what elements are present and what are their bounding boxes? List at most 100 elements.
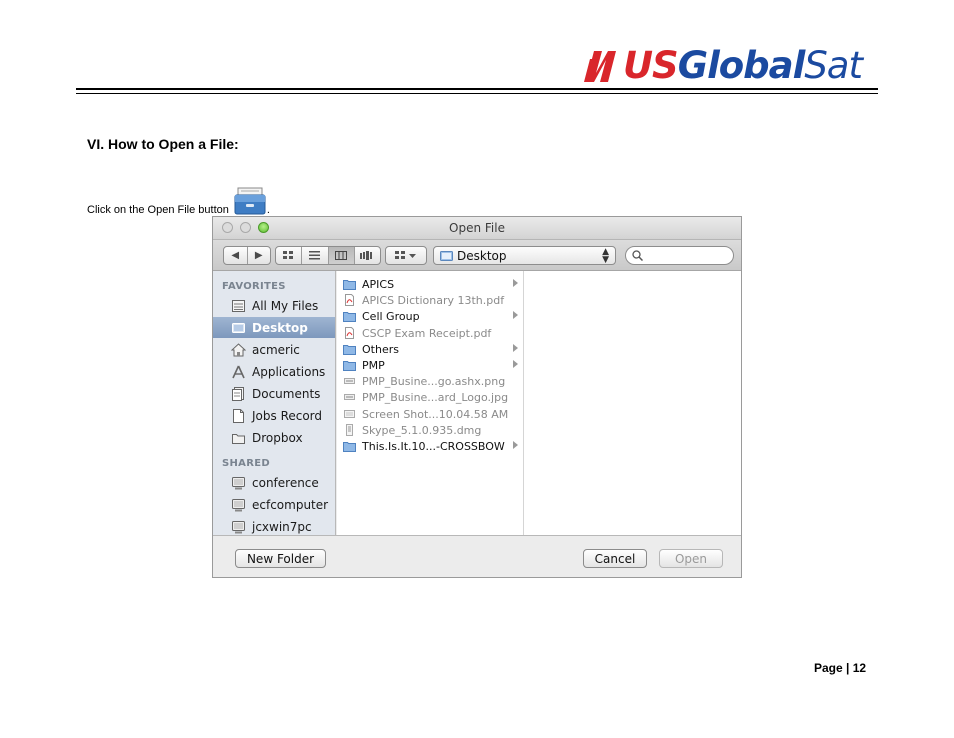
search-field[interactable]: [625, 246, 734, 265]
shared-heading: SHARED: [222, 458, 270, 469]
column-view-button[interactable]: [328, 247, 355, 264]
document-icon: [233, 408, 244, 423]
disclosure-arrow-icon: [513, 441, 518, 449]
folder-icon: [343, 345, 356, 355]
disclosure-arrow-icon: [513, 279, 518, 287]
image-file-icon: [344, 394, 355, 400]
file-name: APICS Dictionary 13th.pdf: [362, 293, 505, 307]
sidebar-item-label: acmeric: [252, 342, 300, 357]
favorites-heading: FAVORITES: [222, 281, 286, 292]
desktop-folder-icon: [440, 251, 453, 261]
computer-icon: [232, 520, 245, 533]
documents-icon: [232, 386, 244, 401]
list-view-icon: [309, 251, 321, 260]
disk-image-icon: [346, 424, 353, 436]
header-rule: [76, 88, 878, 90]
file-name: Screen Shot...10.04.58 AM: [362, 407, 509, 421]
arrange-button-content: [386, 247, 426, 264]
sidebar-item-label: conference: [252, 475, 319, 490]
instruction-label: Click on the Open File button: [87, 204, 229, 216]
section-title: VI. How to Open a File:: [87, 136, 239, 152]
instruction-period: .: [266, 204, 270, 216]
back-arrow-icon: ◀: [231, 250, 240, 261]
sidebar-item-desktop[interactable]: Desktop: [213, 317, 335, 338]
sidebar-item-label: Jobs Record: [252, 408, 323, 423]
sidebar-item-applications[interactable]: Applications: [213, 361, 335, 382]
logo-text-us: US: [623, 44, 679, 87]
preview-column: [524, 271, 741, 535]
location-popup[interactable]: Desktop ▲ ▼: [433, 246, 616, 265]
dialog-title: Open File: [449, 221, 505, 235]
sidebar-item-label: jcxwin7pc: [252, 519, 312, 534]
logo-mark-icon: [584, 50, 616, 82]
column-view-icon: [335, 251, 348, 260]
file-row-screen-shot[interactable]: Screen Shot...10.04.58 AM: [337, 406, 523, 422]
cancel-button[interactable]: Cancel: [583, 549, 647, 568]
computer-icon: [232, 476, 245, 489]
forward-button[interactable]: ▶: [248, 247, 271, 264]
list-view-button[interactable]: [302, 247, 329, 264]
location-label: Desktop: [457, 248, 507, 263]
usglobalsat-logo: US Global Sat: [582, 44, 863, 87]
popup-arrows-icon: ▲ ▼: [602, 247, 609, 265]
chevron-down-icon: [409, 253, 416, 258]
cover-flow-button[interactable]: [355, 247, 380, 264]
file-row-this-is-it[interactable]: This.Is.It.10...-CROSSBOW: [337, 438, 523, 454]
file-name: Others: [362, 342, 399, 356]
file-name: CSCP Exam Receipt.pdf: [362, 326, 492, 340]
arrange-menu-button[interactable]: [385, 246, 427, 265]
file-row-pmp[interactable]: PMP: [337, 357, 523, 373]
image-file-icon: [344, 410, 355, 418]
disclosure-arrow-icon: [513, 311, 518, 319]
file-name: PMP_Busine...ard_Logo.jpg: [362, 390, 509, 404]
sidebar-item-label: Documents: [252, 386, 321, 401]
folder-icon: [343, 280, 356, 290]
file-name: Cell Group: [362, 309, 420, 323]
home-icon: [231, 342, 246, 356]
file-row-pmp-business-png[interactable]: PMP_Busine...go.ashx.png: [337, 373, 523, 389]
file-row-others[interactable]: Others: [337, 341, 523, 357]
sidebar-item-label: Applications: [252, 364, 326, 379]
file-row-cscp-exam[interactable]: CSCP Exam Receipt.pdf: [337, 325, 523, 341]
sidebar-item-label: ecfcomputer: [252, 497, 329, 512]
sidebar-item-documents[interactable]: Documents: [213, 383, 335, 404]
folder-icon: [343, 442, 356, 452]
sidebar-item-label: All My Files: [252, 298, 319, 313]
file-row-pmp-business-jpg[interactable]: PMP_Busine...ard_Logo.jpg: [337, 389, 523, 405]
search-icon: [632, 250, 643, 261]
instruction-text: Click on the Open File button .: [87, 186, 270, 216]
file-row-apics[interactable]: APICS: [337, 276, 523, 292]
file-name: PMP: [362, 358, 385, 372]
icon-view-icon: [283, 251, 294, 259]
new-folder-button[interactable]: New Folder: [235, 549, 326, 568]
sidebar-item-dropbox[interactable]: Dropbox: [213, 427, 335, 448]
icon-view-button[interactable]: [276, 247, 303, 264]
file-name: APICS: [362, 277, 395, 291]
open-file-button-icon: [234, 187, 266, 215]
header-rule-thin: [76, 93, 878, 94]
open-button[interactable]: Open: [659, 549, 723, 568]
file-row-cell-group[interactable]: Cell Group: [337, 308, 523, 324]
file-row-apics-dictionary[interactable]: APICS Dictionary 13th.pdf: [337, 292, 523, 308]
sidebar: FAVORITES All My Files Desktop acmeric A…: [213, 271, 336, 535]
sidebar-item-acmeric[interactable]: acmeric: [213, 339, 335, 360]
disclosure-arrow-icon: [513, 360, 518, 368]
file-column: APICS APICS Dictionary 13th.pdf Cell Gro…: [337, 271, 524, 535]
computer-icon: [232, 498, 245, 511]
pdf-icon: [345, 327, 354, 339]
sidebar-item-all-my-files[interactable]: All My Files: [213, 295, 335, 316]
pdf-icon: [345, 294, 354, 306]
sidebar-item-jobs-record[interactable]: Jobs Record: [213, 405, 335, 426]
folder-icon: [343, 312, 356, 322]
logo-text-sat: Sat: [804, 44, 863, 87]
sidebar-item-ecfcomputer[interactable]: ecfcomputer: [213, 494, 335, 515]
file-row-skype-dmg[interactable]: Skype_5.1.0.935.dmg: [337, 422, 523, 438]
file-name: PMP_Busine...go.ashx.png: [362, 374, 506, 388]
dialog-titlebar: Open File: [213, 217, 741, 240]
logo-text-global: Global: [677, 44, 806, 87]
sidebar-item-jcxwin7pc[interactable]: jcxwin7pc: [213, 516, 335, 537]
cover-flow-icon: [360, 251, 373, 260]
sidebar-item-conference[interactable]: conference: [213, 472, 335, 493]
back-button[interactable]: ◀: [224, 247, 248, 264]
search-input[interactable]: [646, 248, 730, 263]
